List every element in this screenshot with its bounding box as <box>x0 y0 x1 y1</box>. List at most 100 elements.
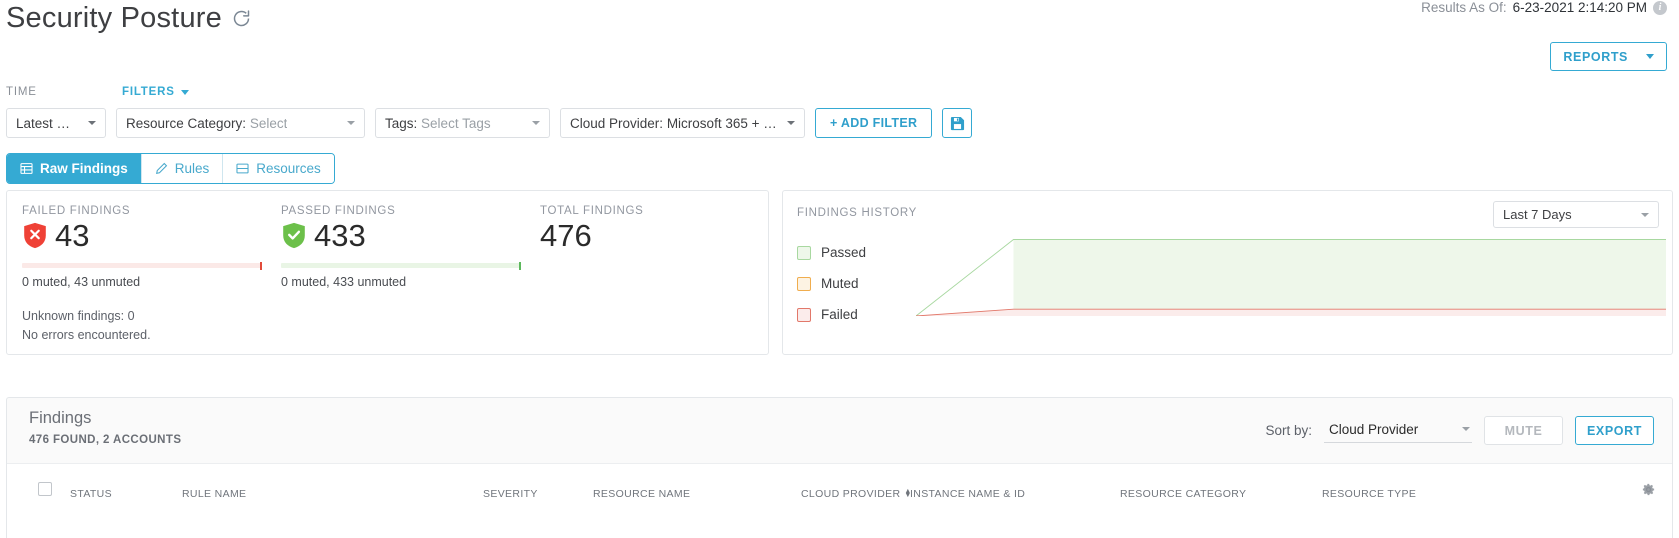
resource-category-prefix: Resource Category: <box>126 115 247 131</box>
tags-value: Select Tags <box>421 115 491 131</box>
stat-failed-label: FAILED FINDINGS <box>22 205 131 217</box>
column-header-resource-name[interactable]: RESOURCE NAME <box>593 488 690 500</box>
results-as-of: Results As Of: 6-23-2021 2:14:20 PM i <box>1421 0 1667 15</box>
cloud-provider-prefix: Cloud Provider: <box>570 115 664 131</box>
findings-actions: Sort by: Cloud Provider MUTE EXPORT <box>1265 416 1654 445</box>
filters-toggle-label: FILTERS <box>122 86 175 98</box>
stat-failed-bar-tick <box>259 262 262 270</box>
filter-row: Latest Result Resource Category: Select … <box>6 108 973 138</box>
stats-extra-info: Unknown findings: 0 No errors encountere… <box>22 307 151 346</box>
findings-subtitle: 476 FOUND, 2 ACCOUNTS <box>29 434 182 446</box>
filters-toggle[interactable]: FILTERS <box>122 86 189 98</box>
refresh-icon[interactable] <box>231 8 252 29</box>
legend-swatch-muted <box>797 276 811 291</box>
findings-table-header: STATUS RULE NAME SEVERITY RESOURCE NAME … <box>7 464 1672 538</box>
tags-select[interactable]: Tags: Select Tags <box>375 108 550 138</box>
column-header-resource-category[interactable]: RESOURCE CATEGORY <box>1120 488 1246 500</box>
column-header-cloud-provider[interactable]: CLOUD PROVIDER ▲ ▼ <box>801 488 912 500</box>
stat-passed-label: PASSED FINDINGS <box>281 205 396 217</box>
stat-passed-bar-tick <box>518 262 521 270</box>
stat-total-findings: TOTAL FINDINGS 476 <box>540 205 740 251</box>
cloud-provider-value: Microsoft 365 + 1 more <box>666 115 777 131</box>
tab-raw-findings[interactable]: Raw Findings <box>7 154 142 183</box>
results-as-of-value: 6-23-2021 2:14:20 PM <box>1512 0 1647 15</box>
chevron-down-icon <box>1646 54 1654 59</box>
chart-legend: Passed Muted Failed <box>797 237 866 330</box>
stat-failed-value: 43 <box>55 218 90 253</box>
chart-area-passed <box>916 239 1666 316</box>
stats-panel: FAILED FINDINGS 43 0 muted, 43 unmuted P… <box>6 190 769 355</box>
sort-by-select[interactable]: Cloud Provider <box>1324 419 1472 443</box>
security-posture-page: Security Posture Results As Of: 6-23-202… <box>0 0 1679 538</box>
findings-history-title: FINDINGS HISTORY <box>797 207 918 219</box>
column-header-instance-name-id[interactable]: INSTANCE NAME & ID <box>910 488 1025 500</box>
legend-item-failed[interactable]: Failed <box>797 299 866 330</box>
chevron-down-icon <box>532 121 540 125</box>
stat-passed-muted-note: 0 muted, 433 unmuted <box>281 275 407 289</box>
shield-x-icon <box>24 222 46 249</box>
stat-failed-muted-note: 0 muted, 43 unmuted <box>22 275 141 289</box>
legend-label-failed: Failed <box>821 307 858 322</box>
stat-failed-findings: FAILED FINDINGS 43 0 muted, 43 unmuted <box>22 205 262 289</box>
export-button[interactable]: EXPORT <box>1575 416 1654 445</box>
add-filter-button[interactable]: + ADD FILTER <box>815 108 933 138</box>
sort-by-label: Sort by: <box>1265 423 1312 438</box>
tab-rules-label: Rules <box>174 161 210 176</box>
findings-history-panel: FINDINGS HISTORY Last 7 Days Passed Mute… <box>782 190 1673 355</box>
column-header-status[interactable]: STATUS <box>70 488 112 500</box>
chart-svg <box>916 231 1666 316</box>
chart-area-failed <box>916 309 1666 316</box>
column-header-resource-type[interactable]: RESOURCE TYPE <box>1322 488 1416 500</box>
legend-item-passed[interactable]: Passed <box>797 237 866 268</box>
export-button-label: EXPORT <box>1587 423 1642 438</box>
chevron-down-icon <box>180 89 189 95</box>
select-all-checkbox[interactable] <box>38 482 52 496</box>
view-tabs: Raw Findings Rules Resources <box>6 153 335 184</box>
save-icon <box>950 116 964 130</box>
column-header-severity[interactable]: SEVERITY <box>483 488 538 500</box>
stat-passed-bar <box>281 262 521 270</box>
legend-item-muted[interactable]: Muted <box>797 268 866 299</box>
pencil-icon <box>155 162 167 174</box>
tab-rules[interactable]: Rules <box>141 154 224 183</box>
history-range-select[interactable]: Last 7 Days <box>1493 201 1659 228</box>
findings-history-chart <box>916 231 1666 316</box>
time-label: TIME <box>6 86 37 98</box>
mute-button-label: MUTE <box>1504 423 1543 438</box>
history-range-value: Last 7 Days <box>1503 207 1572 222</box>
reports-button-label: REPORTS <box>1563 49 1628 64</box>
legend-label-passed: Passed <box>821 245 867 260</box>
mute-button[interactable]: MUTE <box>1484 416 1563 445</box>
shield-check-icon <box>283 222 305 249</box>
column-header-rule-name[interactable]: RULE NAME <box>182 488 246 500</box>
column-header-cloud-provider-label: CLOUD PROVIDER <box>801 488 901 500</box>
findings-title: Findings <box>29 409 92 427</box>
info-icon[interactable]: i <box>1653 0 1667 15</box>
tags-prefix: Tags: <box>385 115 418 131</box>
table-icon <box>20 163 33 174</box>
chevron-down-icon <box>1462 427 1470 431</box>
stat-total-value: 476 <box>540 218 592 253</box>
findings-card: Findings 476 FOUND, 2 ACCOUNTS Sort by: … <box>6 397 1673 538</box>
unknown-findings-text: Unknown findings: 0 <box>22 309 135 323</box>
tab-raw-findings-label: Raw Findings <box>40 161 128 176</box>
legend-swatch-failed <box>797 307 811 322</box>
tab-resources-label: Resources <box>256 161 321 176</box>
legend-swatch-passed <box>797 245 811 260</box>
save-filter-button[interactable] <box>942 108 973 138</box>
chevron-down-icon <box>787 121 795 125</box>
resource-category-select[interactable]: Resource Category: Select <box>116 108 365 138</box>
chevron-down-icon <box>1641 212 1649 217</box>
tab-resources[interactable]: Resources <box>223 154 334 183</box>
reports-button[interactable]: REPORTS <box>1550 42 1667 71</box>
resource-category-value: Select <box>249 115 288 131</box>
chevron-down-icon <box>88 121 96 125</box>
findings-header: Findings 476 FOUND, 2 ACCOUNTS Sort by: … <box>7 398 1672 464</box>
chevron-down-icon <box>347 121 355 125</box>
gear-icon[interactable] <box>1641 482 1656 497</box>
time-select-value: Latest Result <box>16 115 78 131</box>
time-select[interactable]: Latest Result <box>6 108 106 138</box>
page-title-text: Security Posture <box>6 2 222 34</box>
server-icon <box>236 163 249 174</box>
cloud-provider-select[interactable]: Cloud Provider: Microsoft 365 + 1 more <box>560 108 805 138</box>
